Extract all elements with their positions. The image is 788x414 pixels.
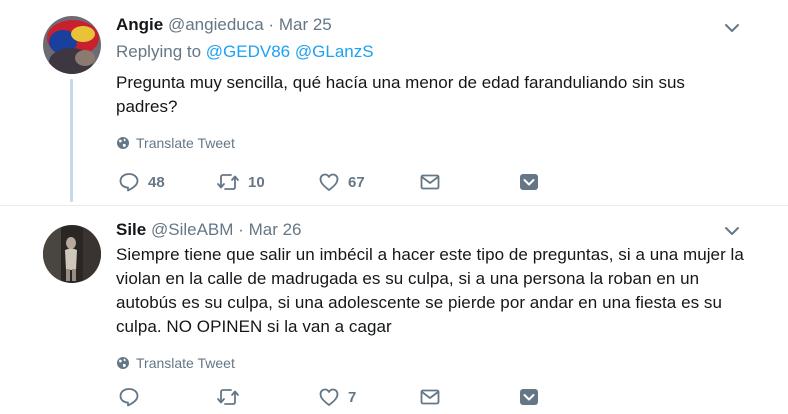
retweet-icon — [217, 174, 239, 190]
separator-dot: · — [268, 15, 275, 34]
tweet-text: Pregunta muy sencilla, qué hacía una men… — [116, 73, 685, 116]
tweet[interactable]: Sile @SileABM · Mar 26 Siempre tiene que… — [0, 207, 788, 414]
heart-icon — [319, 173, 339, 191]
translate-label: Translate Tweet — [136, 355, 235, 371]
display-name[interactable]: Angie — [116, 15, 163, 34]
chevron-down-icon[interactable] — [722, 18, 742, 38]
reply-icon — [119, 388, 139, 407]
avatar[interactable] — [43, 16, 101, 74]
retweet-count: 10 — [248, 173, 265, 191]
more-actions-button[interactable] — [518, 170, 540, 194]
heart-icon — [319, 388, 339, 406]
like-button[interactable]: 7 — [318, 385, 356, 409]
replying-to: Replying to @GEDV86 @GLanzS — [116, 41, 748, 63]
reply-button[interactable]: 48 — [118, 170, 165, 194]
envelope-icon — [420, 174, 440, 190]
replying-to-label: Replying to — [116, 42, 202, 61]
globe-icon — [117, 357, 129, 369]
like-button[interactable]: 67 — [318, 170, 365, 194]
user-handle[interactable]: @angieduca — [168, 15, 264, 34]
mention-link[interactable]: @GEDV86 — [206, 42, 290, 61]
user-handle[interactable]: @SileABM — [151, 220, 233, 239]
reply-count: 48 — [148, 173, 165, 191]
thread-line — [70, 79, 73, 202]
tweet-actions: 48 10 67 — [116, 170, 676, 194]
retweet-icon — [217, 389, 239, 405]
translate-label: Translate Tweet — [136, 135, 235, 151]
display-name[interactable]: Sile — [116, 220, 146, 239]
tweet-header: Sile @SileABM · Mar 26 — [116, 219, 748, 241]
translate-button[interactable]: Translate Tweet — [116, 135, 748, 151]
chevron-down-icon[interactable] — [722, 221, 742, 241]
reply-button[interactable] — [118, 385, 148, 409]
translate-button[interactable]: Translate Tweet — [116, 355, 748, 371]
tweet-date[interactable]: Mar 25 — [279, 15, 332, 34]
like-count: 67 — [348, 173, 365, 191]
tweet-text: Siempre tiene que salir un imbécil a hac… — [116, 245, 744, 336]
more-actions-button[interactable] — [518, 385, 540, 409]
globe-icon — [117, 137, 129, 149]
tweet-header: Angie @angieduca · Mar 25 — [116, 14, 748, 36]
separator-dot: · — [238, 220, 244, 239]
chevron-box-icon — [520, 389, 538, 405]
avatar[interactable] — [43, 225, 101, 283]
tweet-date[interactable]: Mar 26 — [249, 220, 302, 239]
direct-message-button[interactable] — [419, 385, 441, 409]
tweet-actions: 7 — [116, 385, 676, 409]
reply-icon — [119, 173, 139, 192]
tweet[interactable]: Angie @angieduca · Mar 25 Replying to @G… — [0, 0, 788, 206]
retweet-button[interactable] — [216, 385, 248, 409]
direct-message-button[interactable] — [419, 170, 441, 194]
like-count: 7 — [348, 388, 357, 406]
retweet-button[interactable]: 10 — [216, 170, 265, 194]
envelope-icon — [420, 389, 440, 405]
mention-link[interactable]: @GLanzS — [295, 42, 374, 61]
chevron-box-icon — [520, 174, 538, 190]
